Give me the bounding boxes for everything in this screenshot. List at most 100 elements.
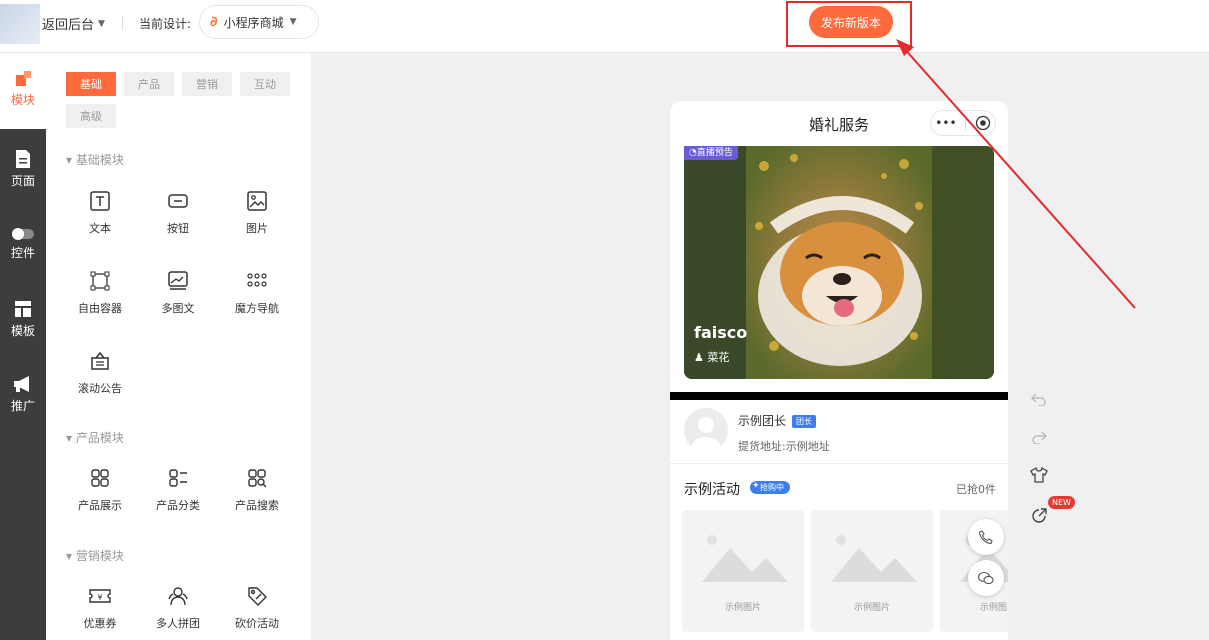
- rail-item-promote[interactable]: 推广: [0, 374, 46, 414]
- fire-icon: ✦: [752, 481, 760, 491]
- rail-label: 模块: [10, 93, 35, 107]
- rail-label: 模板: [10, 324, 35, 338]
- module-bargain[interactable]: 砍价活动: [217, 585, 297, 631]
- carousel-title: faisco: [694, 323, 748, 342]
- design-select[interactable]: ∂ 小程序商城 ▼: [199, 5, 319, 39]
- tab-product[interactable]: 产品: [124, 72, 174, 96]
- phone-icon: [978, 530, 993, 545]
- group-icon: [168, 587, 188, 606]
- section-title-product[interactable]: ▾ 产品模块: [66, 429, 124, 446]
- product-grid-icon: [91, 469, 109, 487]
- module-button[interactable]: 按钮: [138, 190, 218, 236]
- more-icon[interactable]: •••: [935, 116, 956, 130]
- annotation-highlight-box: [786, 1, 912, 47]
- text-icon: [90, 191, 110, 211]
- back-label: 返回后台: [42, 18, 95, 33]
- avatar-placeholder-icon: [691, 417, 721, 452]
- close-target-icon[interactable]: [975, 115, 991, 131]
- price-tag-icon: [248, 587, 267, 606]
- module-free-container[interactable]: 自由容器: [60, 270, 140, 316]
- phone-call-button[interactable]: [968, 519, 1004, 555]
- image-icon: [247, 191, 267, 211]
- toggle-icon: [12, 228, 34, 240]
- divider: [670, 463, 1008, 464]
- module-panel: 基础 产品 营销 互动 高级 ▾ 基础模块 文本 按钮 图片 自由容器 多图文 …: [46, 53, 311, 640]
- module-scroll-notice[interactable]: 滚动公告: [60, 350, 140, 396]
- current-design-label: 当前设计:: [139, 17, 192, 31]
- clock-icon: ◔: [689, 148, 697, 158]
- undo-icon: [1031, 393, 1046, 406]
- wechat-button[interactable]: [968, 560, 1004, 596]
- image-placeholder-icon: [831, 535, 917, 582]
- divider: [122, 16, 123, 30]
- section-title-basic[interactable]: ▾ 基础模块: [66, 151, 124, 168]
- avatar[interactable]: [0, 4, 40, 44]
- redo-button[interactable]: [1028, 426, 1050, 448]
- new-badge: NEW: [1048, 496, 1075, 509]
- product-card[interactable]: 示例图片: [811, 510, 933, 632]
- module-product-display[interactable]: 产品展示: [60, 467, 140, 513]
- tab-interaction[interactable]: 互动: [240, 72, 290, 96]
- module-multi-image-text[interactable]: 多图文: [138, 270, 218, 316]
- activity-sold-count: 已抢0件: [956, 483, 996, 496]
- redo-icon: [1032, 431, 1047, 444]
- grid-dots-icon: [247, 273, 267, 287]
- rail-item-controls[interactable]: 控件: [0, 227, 46, 261]
- carousel-user: ♟ 菜花: [694, 351, 730, 364]
- wechat-icon: [977, 571, 994, 585]
- left-rail: [0, 53, 46, 640]
- caret-down-icon: ▾: [66, 153, 76, 167]
- product-card[interactable]: 示例图片: [682, 510, 804, 632]
- tab-marketing[interactable]: 营销: [182, 72, 232, 96]
- megaphone-icon: [14, 376, 29, 392]
- mini-program-capsule[interactable]: •••: [930, 110, 996, 136]
- svg-text:¥: ¥: [97, 593, 102, 602]
- rail-label: 页面: [10, 174, 35, 188]
- mini-program-icon: ∂: [210, 14, 218, 30]
- modules-icon: [16, 71, 31, 86]
- module-group-buy[interactable]: 多人拼团: [138, 585, 218, 631]
- tab-advanced[interactable]: 高级: [66, 104, 116, 128]
- coupon-icon: ¥: [89, 589, 111, 603]
- section-title-marketing[interactable]: ▾ 营销模块: [66, 547, 124, 564]
- rail-label: 控件: [10, 246, 35, 260]
- module-product-search[interactable]: 产品搜索: [217, 467, 297, 513]
- caret-down-icon: ▾: [66, 431, 76, 445]
- category-list-icon: [169, 469, 187, 487]
- rail-label: 推广: [10, 399, 35, 413]
- notice-icon: [91, 351, 109, 370]
- top-bar: 返回后台 ▼ 当前设计: ∂ 小程序商城 ▼ 发布新版本: [0, 0, 1209, 53]
- section-divider: [670, 392, 1008, 400]
- tab-basic[interactable]: 基础: [66, 72, 116, 96]
- live-carousel[interactable]: [684, 146, 994, 379]
- shirt-icon: [1030, 467, 1048, 483]
- module-product-category[interactable]: 产品分类: [138, 467, 218, 513]
- chevron-down-icon: ▼: [98, 18, 105, 29]
- module-cube-nav[interactable]: 魔方导航: [217, 270, 297, 316]
- dog-photo: [684, 146, 994, 379]
- module-coupon[interactable]: ¥ 优惠券: [60, 585, 140, 631]
- capsule-divider: [965, 116, 967, 130]
- chevron-down-icon: ▼: [289, 17, 297, 27]
- share-icon: [1032, 508, 1047, 523]
- live-preview-badge: ◔直播预告: [684, 146, 738, 160]
- back-to-admin-button[interactable]: 返回后台 ▼: [42, 14, 105, 33]
- leader-name: 示例团长 团长: [738, 412, 817, 429]
- rail-item-page[interactable]: 页面: [0, 149, 46, 189]
- phone-preview: 婚礼服务 ••• ◔直播预告 faisco ♟ 菜花 示例团长 团长 提货地址:…: [670, 101, 1008, 640]
- activity-title: 示例活动: [684, 482, 740, 498]
- leader-avatar: [684, 408, 728, 452]
- rail-item-modules[interactable]: 模块: [0, 70, 46, 108]
- multi-image-icon: [168, 271, 188, 290]
- module-image[interactable]: 图片: [217, 190, 297, 236]
- caret-down-icon: ▾: [66, 549, 76, 563]
- free-container-icon: [90, 271, 110, 291]
- undo-button[interactable]: [1028, 388, 1050, 410]
- leader-address: 提货地址:示例地址: [738, 440, 830, 453]
- rail-item-template[interactable]: 模板: [0, 299, 46, 339]
- theme-button[interactable]: [1028, 464, 1050, 486]
- button-icon: [168, 194, 188, 208]
- share-button[interactable]: [1028, 505, 1050, 527]
- module-text[interactable]: 文本: [60, 190, 140, 236]
- image-placeholder-icon: [702, 535, 788, 582]
